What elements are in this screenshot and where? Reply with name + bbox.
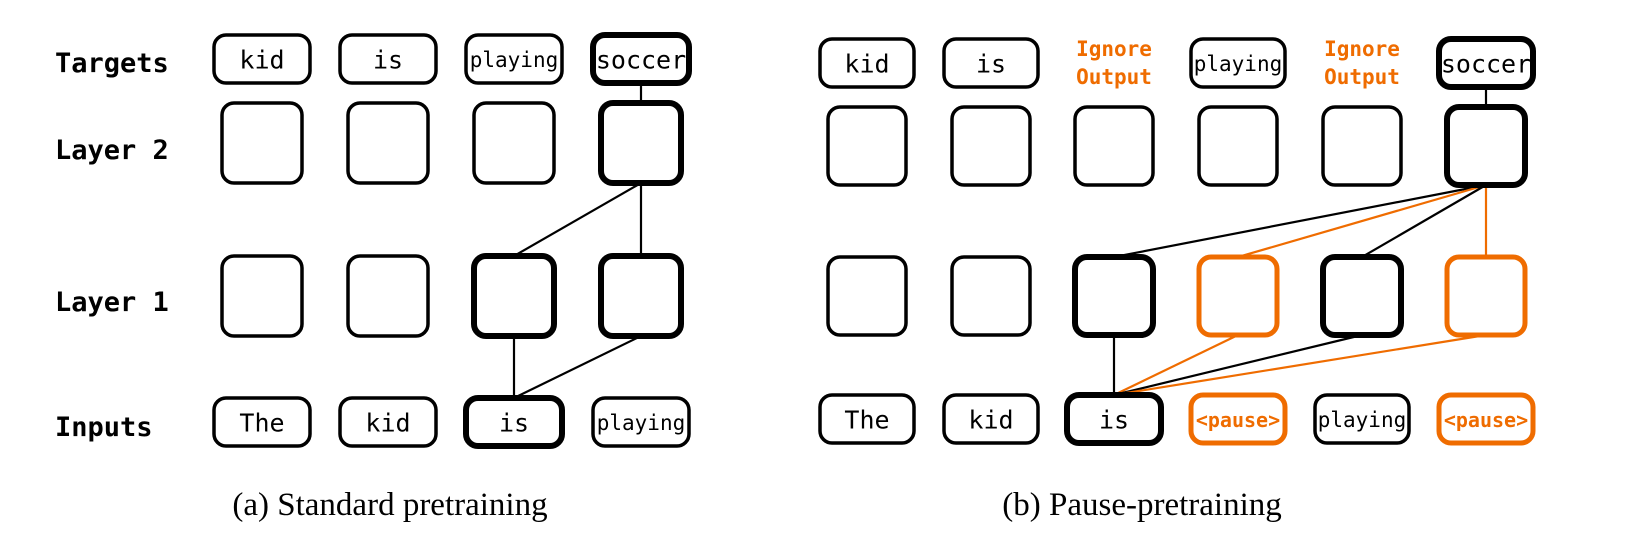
standard-layer1-node	[471, 253, 557, 339]
pause-target-ignore-output: Ignore	[1324, 37, 1400, 61]
row-label-layer1: Layer 1	[55, 287, 169, 318]
pause-attention-edge	[1237, 183, 1487, 259]
pause-attention-edge	[1113, 333, 1487, 397]
standard-target-token-soccer: soccer	[596, 46, 686, 75]
pause-layer1-node	[1196, 254, 1280, 338]
pause-layer2-node	[950, 105, 1032, 187]
pause-attention-edge	[1113, 183, 1487, 259]
pause-target-token-is: is	[976, 50, 1006, 79]
nodes-layer: kid is playing soccer The kid is playing kid is Ig…	[212, 32, 1536, 449]
standard-attention-edge	[513, 182, 642, 257]
row-label-inputs: Inputs	[55, 412, 153, 443]
standard-layer2-node	[598, 100, 684, 186]
pause-layer2-node	[1073, 105, 1155, 187]
pause-attention-edge	[1113, 333, 1363, 397]
pause-layer1-node	[1072, 254, 1156, 338]
pause-layer2-node	[1444, 104, 1528, 188]
pause-input-token-pause: <pause>	[1196, 408, 1280, 432]
pause-attention-edge	[1361, 184, 1487, 258]
pause-target-ignore-output: Output	[1324, 65, 1400, 89]
standard-input-token-is: is	[499, 409, 529, 438]
standard-target-token-playing: playing	[470, 48, 559, 72]
pause-input-token-is: is	[1099, 406, 1129, 435]
pause-layer1-node	[1320, 254, 1404, 338]
pause-target-token-kid: kid	[844, 50, 889, 79]
row-label-targets: Targets	[55, 48, 169, 79]
pause-layer1-node	[826, 255, 908, 337]
standard-layer2-node	[346, 101, 430, 185]
standard-target-token-is: is	[373, 46, 403, 75]
caption-pause-pretraining: (b) Pause-pretraining	[1002, 487, 1282, 523]
standard-target-token-kid: kid	[239, 46, 284, 75]
pause-target-token-playing: playing	[1194, 52, 1283, 76]
standard-layer1-node	[220, 254, 304, 338]
pause-input-token-pause: <pause>	[1444, 408, 1528, 432]
pause-input-token-kid: kid	[968, 406, 1013, 435]
pause-target-ignore-output: Ignore	[1076, 37, 1152, 61]
pause-input-token-playing: playing	[1318, 408, 1407, 432]
pause-pretraining-diagram: kid is playing soccer The kid is playing kid is Ig…	[55, 32, 1536, 523]
standard-input-token-playing: playing	[597, 411, 686, 435]
standard-input-token-kid: kid	[365, 409, 410, 438]
pause-layer2-node	[826, 105, 908, 187]
row-label-layer2: Layer 2	[55, 135, 169, 166]
standard-layer2-node	[472, 101, 556, 185]
pause-layer1-node	[1444, 254, 1528, 338]
standard-layer1-node	[346, 254, 430, 338]
caption-standard-pretraining: (a) Standard pretraining	[232, 487, 547, 523]
pause-layer1-node	[950, 255, 1032, 337]
pause-layer2-node	[1197, 105, 1279, 187]
standard-input-token-the: The	[239, 409, 284, 438]
standard-layer1-node	[598, 253, 684, 339]
pause-layer2-node	[1321, 105, 1403, 187]
pause-input-token-the: The	[844, 406, 889, 435]
standard-attention-edge	[513, 335, 642, 399]
standard-layer2-node	[220, 101, 304, 185]
pause-target-token-soccer: soccer	[1441, 50, 1531, 79]
pause-target-ignore-output: Output	[1076, 65, 1152, 89]
